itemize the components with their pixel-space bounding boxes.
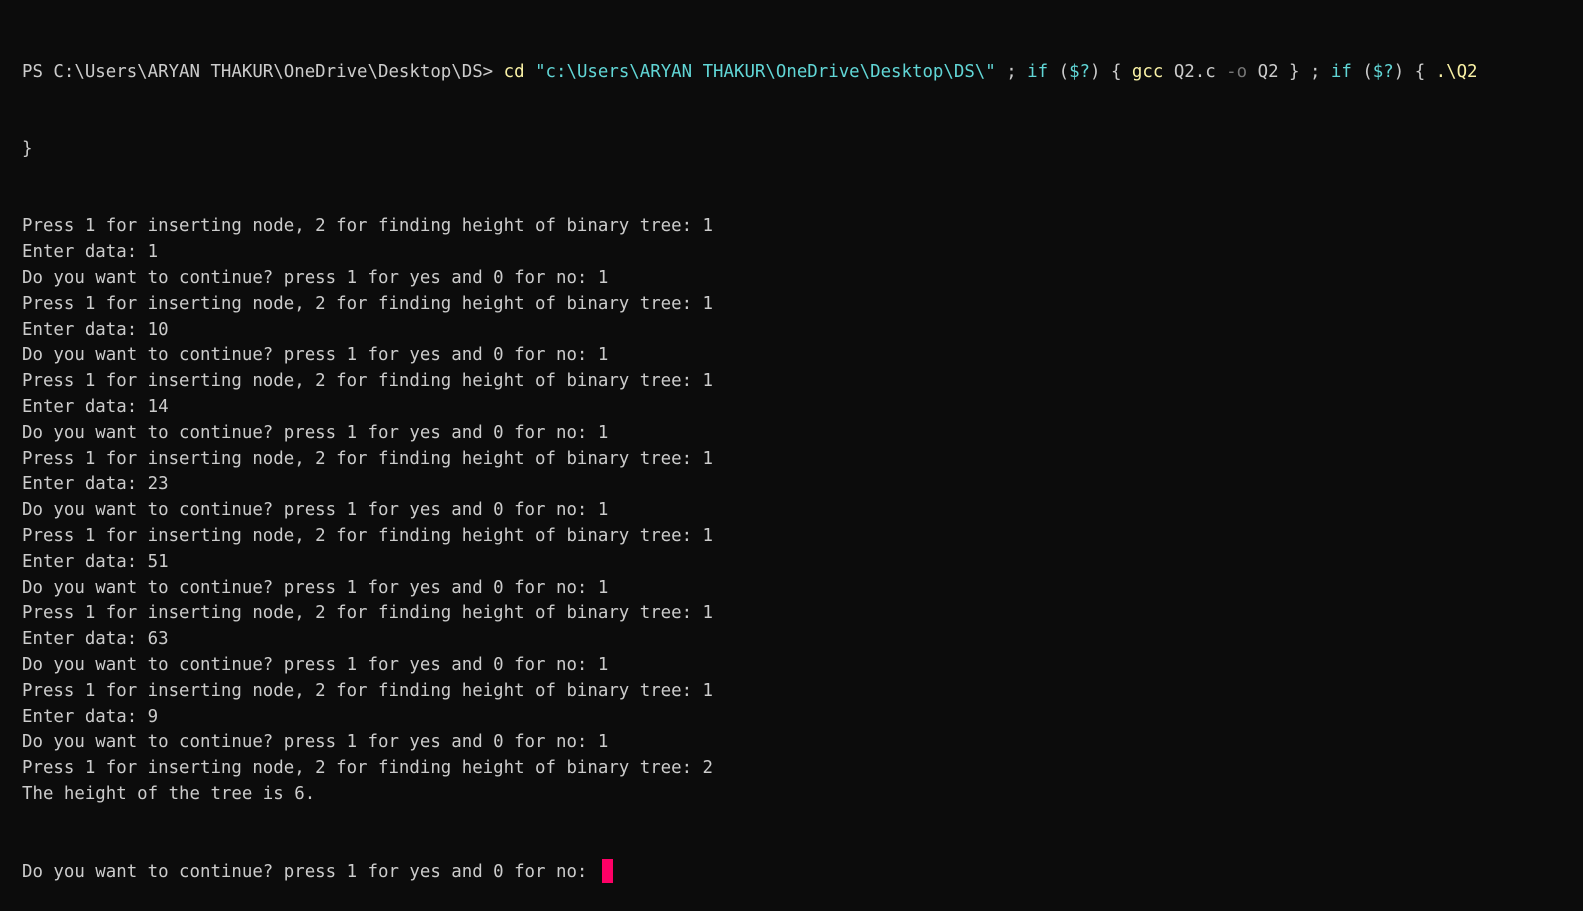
output-line: Enter data: 10 xyxy=(22,319,169,340)
active-input-line[interactable]: Do you want to continue? press 1 for yes… xyxy=(22,859,1583,885)
output-line: The height of the tree is 6. xyxy=(22,783,316,804)
current-prompt: Do you want to continue? press 1 for yes… xyxy=(22,862,598,883)
cmd-args-2: Q2 } ; xyxy=(1247,61,1331,82)
output-line: Enter data: 23 xyxy=(22,474,169,495)
text-cursor xyxy=(601,859,613,884)
cmd-flag: -o xyxy=(1226,61,1248,82)
command-line: PS C:\Users\ARYAN THAKUR\OneDrive\Deskto… xyxy=(22,60,1583,86)
cmd-paren-open-2: ( xyxy=(1351,61,1373,82)
command-line-wrap: } xyxy=(22,138,33,159)
output-line: Press 1 for inserting node, 2 for findin… xyxy=(22,758,714,779)
cmd-exec: .\Q2 xyxy=(1435,61,1478,82)
output-line: Do you want to continue? press 1 for yes… xyxy=(22,500,609,521)
cmd-gcc: gcc xyxy=(1131,61,1164,82)
cmd-condition-1: $? xyxy=(1069,61,1091,82)
cmd-paren-open-1: ( xyxy=(1048,61,1070,82)
output-line: Enter data: 14 xyxy=(22,396,169,417)
output-line: Do you want to continue? press 1 for yes… xyxy=(22,577,609,598)
shell-prompt: PS C:\Users\ARYAN THAKUR\OneDrive\Deskto… xyxy=(22,61,504,82)
output-line: Enter data: 51 xyxy=(22,551,169,572)
output-line: Press 1 for inserting node, 2 for findin… xyxy=(22,216,714,237)
output-line: Press 1 for inserting node, 2 for findin… xyxy=(22,448,714,469)
cmd-paren-close-2: ) { xyxy=(1393,61,1436,82)
cmd-paren-close-1: ) { xyxy=(1090,61,1132,82)
output-line: Press 1 for inserting node, 2 for findin… xyxy=(22,293,714,314)
output-line: Press 1 for inserting node, 2 for findin… xyxy=(22,525,714,546)
cmd-condition-2: $? xyxy=(1372,61,1394,82)
output-line: Do you want to continue? press 1 for yes… xyxy=(22,654,609,675)
terminal-output: Press 1 for inserting node, 2 for findin… xyxy=(22,214,1583,807)
terminal-window[interactable]: PS C:\Users\ARYAN THAKUR\OneDrive\Deskto… xyxy=(0,0,1583,884)
cmd-if-1: if xyxy=(1027,61,1049,82)
output-line: Press 1 for inserting node, 2 for findin… xyxy=(22,680,714,701)
output-line: Enter data: 63 xyxy=(22,629,169,650)
output-line: Do you want to continue? press 1 for yes… xyxy=(22,345,609,366)
cmd-args-1: Q2.c xyxy=(1163,61,1227,82)
cmd-cd: cd xyxy=(503,61,525,82)
cmd-if-2: if xyxy=(1330,61,1352,82)
output-line: Enter data: 1 xyxy=(22,242,159,263)
output-line: Enter data: 9 xyxy=(22,706,159,727)
output-line: Do you want to continue? press 1 for yes… xyxy=(22,267,609,288)
output-line: Press 1 for inserting node, 2 for findin… xyxy=(22,603,714,624)
output-line: Press 1 for inserting node, 2 for findin… xyxy=(22,371,714,392)
output-line: Do you want to continue? press 1 for yes… xyxy=(22,422,609,443)
cmd-separator: ; xyxy=(995,61,1028,82)
output-line: Do you want to continue? press 1 for yes… xyxy=(22,732,609,753)
cmd-path: "c:\Users\ARYAN THAKUR\OneDrive\Desktop\… xyxy=(535,61,996,82)
